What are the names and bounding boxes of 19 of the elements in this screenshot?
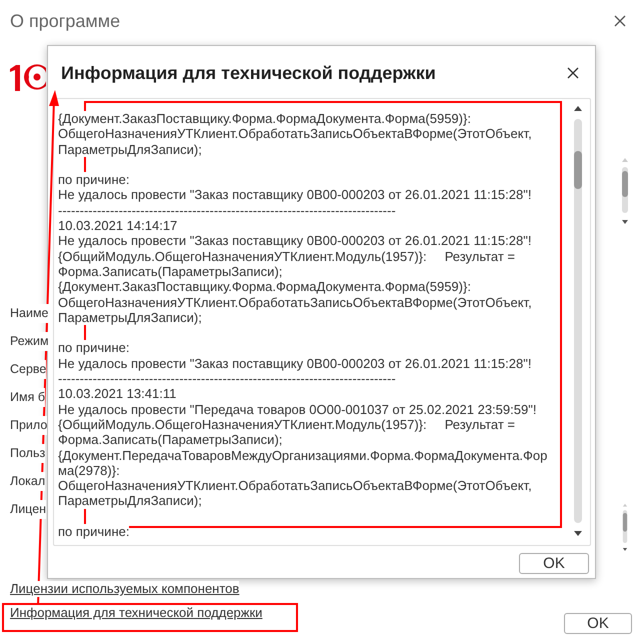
dialog-title: Информация для технической поддержки	[61, 62, 436, 84]
ok-button[interactable]: OK	[519, 553, 589, 574]
field-label: Локал	[10, 472, 46, 491]
link[interactable]: Информация для технической поддержки	[10, 605, 262, 621]
field-label: Польз	[10, 444, 46, 463]
field-label: Режим	[10, 332, 49, 351]
log-text-area[interactable]	[53, 98, 591, 546]
link[interactable]: Лицензии используемых компонентов	[10, 581, 240, 597]
field-label: Наиме	[10, 304, 49, 323]
ok-button[interactable]: OK	[564, 613, 632, 634]
close-icon[interactable]	[614, 15, 626, 27]
field-label: Имя б	[10, 388, 45, 407]
field-label: Серве	[10, 360, 46, 379]
scrollbar[interactable]	[620, 503, 630, 553]
close-icon[interactable]	[567, 67, 579, 79]
logo-icon	[10, 63, 46, 91]
field-label: Лицен	[10, 500, 46, 519]
field-label: Прило	[10, 416, 48, 435]
window-title: О программе	[10, 10, 120, 32]
